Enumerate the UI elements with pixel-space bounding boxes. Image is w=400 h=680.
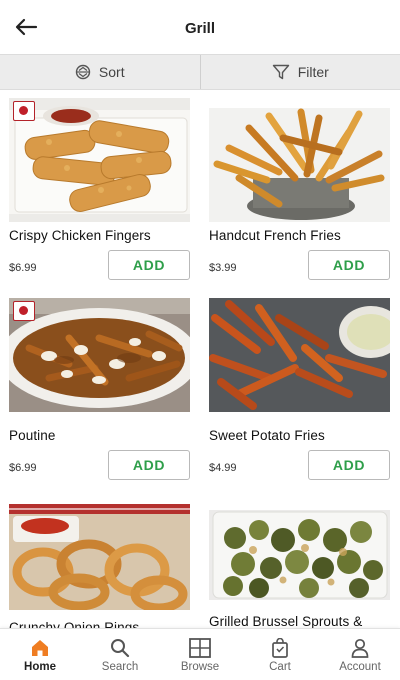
home-icon [30,638,50,658]
bottom-nav: Home Search Browse Cart Account [0,628,400,680]
product-price: $6.99 [9,262,37,274]
nav-label: Account [339,661,381,673]
dietary-badge-icon [13,101,35,121]
product-card[interactable]: Handcut French Fries $3.99 ADD [209,98,390,284]
add-button[interactable]: ADD [108,450,190,480]
sort-label: Sort [98,64,125,80]
nav-search[interactable]: Search [80,629,160,680]
cart-icon [271,638,289,658]
product-image-french-fries [209,108,390,222]
product-card[interactable]: Grilled Brussel Sprouts & [209,510,390,628]
nav-label: Browse [180,661,220,673]
product-card[interactable]: Crunchy Onion Rings [9,504,190,628]
product-image-brussel-sprouts [209,510,390,600]
nav-label: Cart [269,661,291,673]
product-image-poutine [9,298,190,412]
product-grid: Crispy Chicken Fingers $6.99 ADD Handcut… [0,90,400,628]
product-name: Crunchy Onion Rings [9,620,140,628]
product-price: $3.99 [209,262,237,274]
dietary-badge-icon [13,301,35,321]
account-icon [350,638,370,658]
product-image-chicken-fingers [9,98,190,222]
product-card[interactable]: Sweet Potato Fries $4.99 ADD [209,298,390,484]
product-image-sweet-potato-fries [209,298,390,412]
filter-button[interactable]: Filter [199,55,400,89]
nav-home[interactable]: Home [0,629,80,680]
product-name: Sweet Potato Fries [209,428,325,443]
sort-filter-bar: Sort Filter [0,54,400,90]
product-card[interactable]: Poutine $6.99 ADD [9,298,190,484]
product-price: $6.99 [9,462,37,474]
add-button[interactable]: ADD [108,250,190,280]
sort-button[interactable]: Sort [0,55,200,89]
product-name: Grilled Brussel Sprouts & [209,614,363,628]
product-price: $4.99 [209,462,237,474]
page-title: Grill [184,20,215,37]
nav-account[interactable]: Account [320,629,400,680]
filter-label: Filter [297,64,329,80]
add-button[interactable]: ADD [308,450,390,480]
filter-icon [272,63,290,81]
add-button[interactable]: ADD [308,250,390,280]
search-icon [110,638,130,658]
sort-icon [75,64,91,80]
nav-cart[interactable]: Cart [240,629,320,680]
app-header: Grill [0,0,400,54]
nav-label: Search [101,661,139,673]
browse-icon [189,638,211,658]
nav-label: Home [24,661,56,673]
product-name: Poutine [9,428,56,443]
product-name: Handcut French Fries [209,228,341,243]
product-card[interactable]: Crispy Chicken Fingers $6.99 ADD [9,98,190,284]
product-name: Crispy Chicken Fingers [9,228,151,243]
product-image-onion-rings [9,504,190,610]
nav-browse[interactable]: Browse [160,629,240,680]
